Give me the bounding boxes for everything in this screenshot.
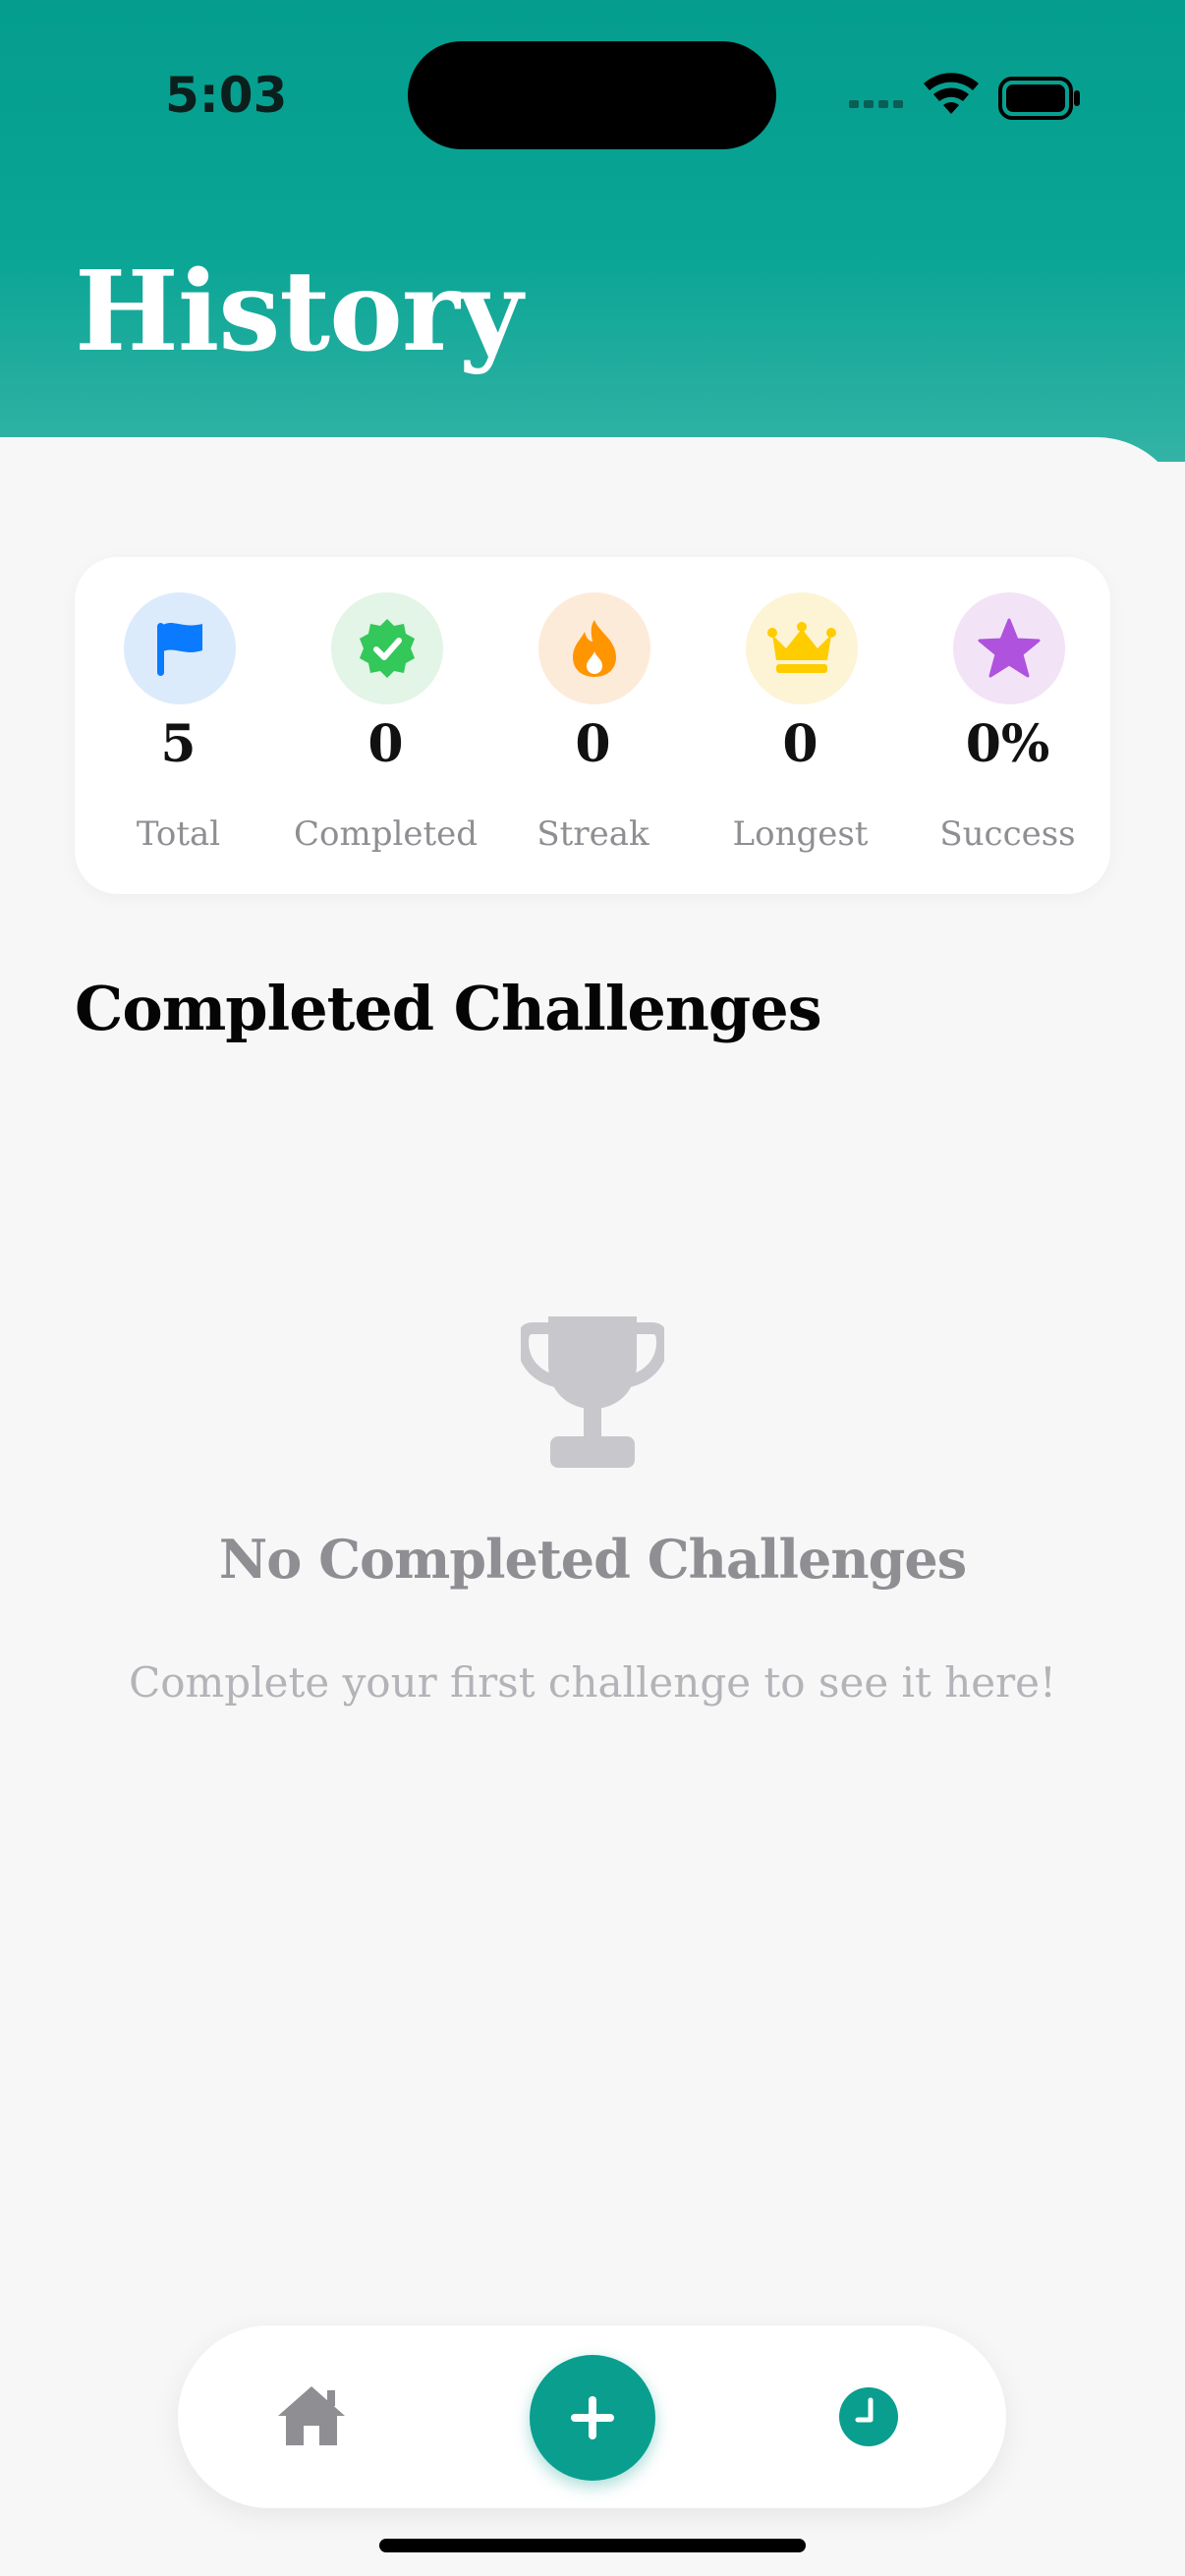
- empty-state-title: No Completed Challenges: [218, 1528, 967, 1591]
- stat-label: Success: [939, 814, 1076, 854]
- stat-success: 0% Success: [904, 557, 1111, 894]
- stat-completed: 0 Completed: [282, 557, 489, 894]
- stats-card: 5 Total 0 Completed 0 Streak 0 Longest 0…: [75, 557, 1110, 894]
- stat-value: 0%: [965, 714, 1050, 774]
- status-time: 5:03: [165, 67, 288, 124]
- trophy-icon: [521, 1316, 664, 1468]
- page-title: History: [75, 248, 523, 376]
- add-challenge-button[interactable]: [530, 2355, 655, 2481]
- plus-icon: [571, 2396, 614, 2439]
- empty-state-subtitle: Complete your first challenge to see it …: [129, 1658, 1056, 1707]
- verified-check-icon: [331, 592, 443, 704]
- cellular-signal-icon: [849, 100, 903, 108]
- crown-icon: [746, 592, 858, 704]
- status-icons: [849, 73, 1080, 120]
- dynamic-island: [408, 41, 776, 149]
- stat-value: 0: [367, 714, 404, 774]
- stat-total: 5 Total: [75, 557, 282, 894]
- wifi-icon: [924, 73, 979, 114]
- stat-label: Total: [136, 814, 221, 854]
- flame-icon: [538, 592, 650, 704]
- battery-icon: [998, 77, 1080, 120]
- stat-longest: 0 Longest: [697, 557, 904, 894]
- stat-label: Completed: [293, 814, 479, 854]
- section-title: Completed Challenges: [75, 973, 822, 1044]
- stat-value: 5: [160, 714, 197, 774]
- clock-icon[interactable]: [838, 2386, 899, 2447]
- stat-label: Streak: [536, 814, 649, 854]
- star-icon: [953, 592, 1065, 704]
- stat-value: 0: [782, 714, 818, 774]
- home-indicator[interactable]: [379, 2539, 806, 2552]
- stat-streak: 0 Streak: [489, 557, 697, 894]
- home-icon[interactable]: [276, 2382, 347, 2447]
- stat-label: Longest: [732, 814, 869, 854]
- flag-icon: [124, 592, 236, 704]
- tab-bar: [178, 2325, 1006, 2508]
- stat-value: 0: [575, 714, 611, 774]
